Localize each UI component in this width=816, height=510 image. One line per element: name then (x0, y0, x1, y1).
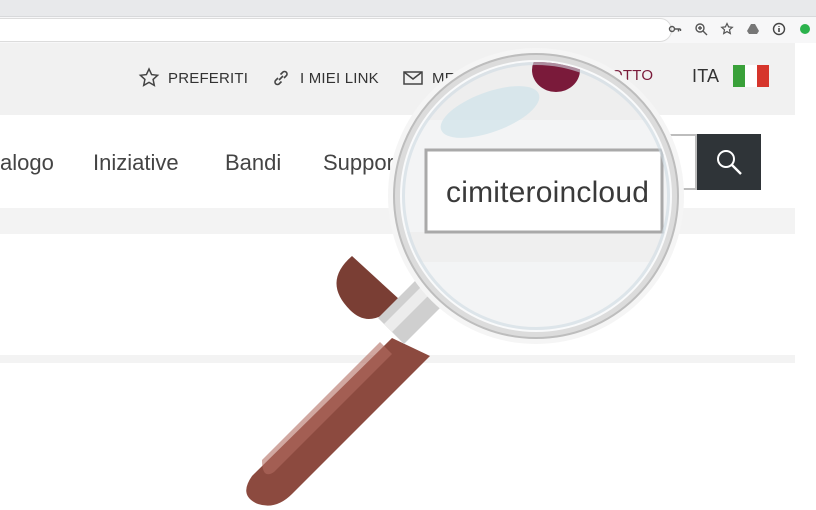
cart-label: COTTO (600, 67, 654, 84)
zoom-icon[interactable] (694, 22, 708, 36)
my-links-link[interactable]: I MIEI LINK (270, 67, 379, 89)
magnified-search-query: cimiteroincloud (446, 176, 650, 209)
mail-icon (403, 71, 423, 85)
search-icon (717, 150, 742, 175)
star-outline-icon (138, 67, 160, 87)
address-bar[interactable] (0, 18, 672, 42)
browser-chrome (0, 0, 816, 43)
star-icon[interactable] (720, 22, 734, 36)
cart-link[interactable]: COTTO (600, 67, 653, 84)
favorites-link[interactable]: PREFERITI (138, 67, 248, 89)
italy-flag-icon (733, 65, 770, 87)
content-divider (0, 355, 795, 363)
my-links-label: I MIEI LINK (300, 69, 379, 87)
content-band (0, 208, 795, 234)
messages-label: ME (432, 69, 455, 87)
utility-bar: PREFERITI I MIEI LINK ME COTTO ITA (0, 43, 795, 115)
link-icon (274, 70, 288, 86)
nav-item-catalogo[interactable]: alogo (0, 150, 54, 176)
key-icon[interactable] (668, 22, 682, 36)
nav-item-iniziative[interactable]: Iniziative (93, 150, 179, 176)
drive-icon[interactable] (746, 22, 760, 36)
browser-toolbar-icons (668, 18, 816, 40)
extension-icon[interactable] (798, 22, 812, 36)
messages-link[interactable]: ME (402, 67, 455, 89)
language-label: ITA (692, 65, 720, 86)
search-button[interactable] (697, 134, 761, 190)
language-selector[interactable]: ITA (692, 65, 770, 87)
favorites-label: PREFERITI (168, 69, 249, 87)
nav-item-supporto[interactable]: Suppor (323, 150, 394, 176)
info-icon[interactable] (772, 22, 786, 36)
nav-item-bandi[interactable]: Bandi (225, 150, 281, 176)
